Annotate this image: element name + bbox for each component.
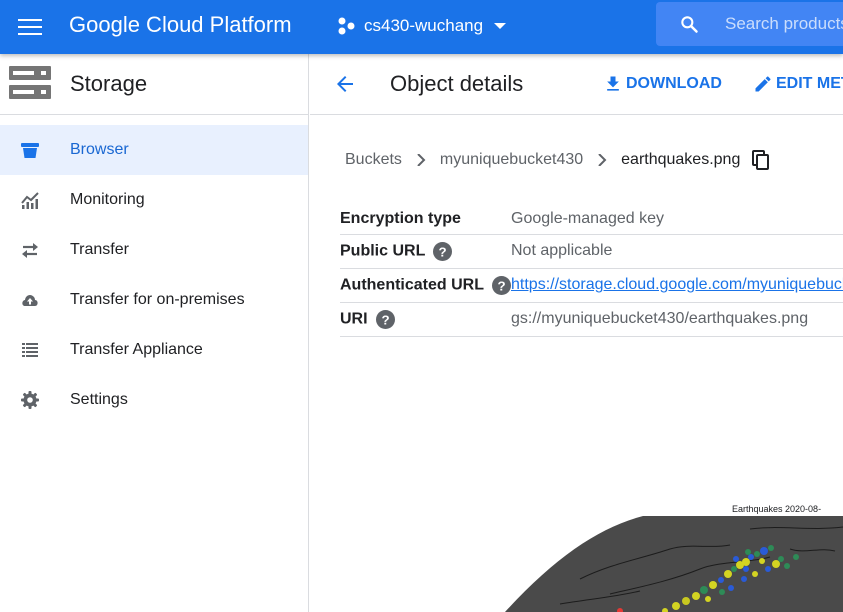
bucket-icon: [21, 143, 39, 158]
sidebar-item-label: Transfer for on-premises: [70, 291, 245, 308]
transfer-arrows-icon: [22, 243, 38, 258]
pencil-icon: [755, 76, 771, 92]
sidebar-item-label: Monitoring: [70, 191, 145, 208]
cloud-upload-icon: [22, 295, 38, 306]
detail-value: Google-managed key: [511, 204, 843, 235]
monitoring-chart-icon: [21, 192, 39, 209]
sidebar-item-label: Browser: [70, 141, 129, 158]
project-dots-icon: [338, 17, 355, 35]
sidebar-title: Storage: [70, 71, 148, 96]
sidebar-item-label: Transfer Appliance: [70, 341, 203, 358]
sidebar-nav: Browser Monitoring Transfer Transfer for…: [0, 115, 308, 425]
object-preview-image: Earthquakes 2020-08-: [505, 504, 843, 612]
help-icon[interactable]: ?: [433, 241, 453, 261]
svg-text:?: ?: [381, 312, 389, 327]
project-selector[interactable]: cs430-wuchang: [336, 14, 507, 38]
detail-value: Not applicable: [511, 234, 843, 269]
main-content: Object details DOWNLOAD EDIT METADATA Bu…: [310, 54, 843, 612]
detail-key: Authenticated URL?: [340, 268, 511, 303]
detail-key-label: Authenticated URL: [340, 276, 484, 294]
detail-key: Encryption type: [340, 204, 511, 235]
page-title: Object details: [390, 71, 524, 96]
detail-key-label: URI: [340, 310, 368, 328]
search-icon: [681, 16, 698, 33]
breadcrumb: Buckets myuniquebucket430 earthquakes.pn…: [345, 150, 770, 170]
edit-metadata-button[interactable]: EDIT METADATA: [753, 74, 843, 94]
search-placeholder: Search products: [725, 14, 843, 33]
sidebar-item-transfer-appliance[interactable]: Transfer Appliance: [0, 325, 308, 375]
hamburger-menu-icon[interactable]: [18, 15, 42, 39]
map-globe: [505, 516, 843, 612]
detail-value: https://storage.cloud.google.com/myuniqu…: [511, 268, 843, 303]
table-row: Public URL? Not applicable: [340, 234, 843, 269]
download-button[interactable]: DOWNLOAD: [603, 74, 722, 94]
detail-value: gs://myuniquebucket430/earthquakes.png: [511, 302, 843, 337]
app-title[interactable]: Google Cloud Platform: [69, 12, 292, 38]
detail-key: Public URL?: [340, 234, 511, 269]
edit-metadata-label: EDIT METADATA: [776, 75, 843, 92]
breadcrumb-bucket[interactable]: myuniquebucket430: [440, 151, 583, 169]
breadcrumb-buckets[interactable]: Buckets: [345, 151, 402, 169]
sidebar-item-label: Settings: [70, 391, 128, 408]
detail-key-label: Public URL: [340, 242, 426, 260]
sidebar-item-transfer[interactable]: Transfer: [0, 225, 308, 275]
help-icon[interactable]: ?: [492, 275, 511, 295]
back-arrow-icon[interactable]: [333, 72, 357, 96]
sidebar-item-transfer-on-premises[interactable]: Transfer for on-premises: [0, 275, 308, 325]
breadcrumb-object: earthquakes.png: [621, 151, 741, 168]
top-app-bar: Google Cloud Platform cs430-wuchang Sear…: [0, 0, 843, 54]
detail-key: URI?: [340, 302, 511, 337]
table-row: Encryption type Google-managed key: [340, 204, 843, 235]
table-row: Authenticated URL? https://storage.cloud…: [340, 268, 843, 303]
sidebar-header: Storage: [0, 54, 308, 115]
search-input[interactable]: Search products: [656, 2, 843, 46]
svg-text:?: ?: [439, 244, 447, 259]
preview-caption: Earthquakes 2020-08-: [732, 504, 821, 514]
sidebar-item-browser[interactable]: Browser: [0, 125, 308, 175]
chevron-right-icon: [598, 154, 607, 166]
sidebar-item-label: Transfer: [70, 241, 129, 258]
gear-icon: [21, 391, 39, 409]
detail-key-label: Encryption type: [340, 209, 461, 227]
download-label: DOWNLOAD: [626, 75, 722, 92]
chevron-down-icon: [494, 23, 507, 29]
help-icon[interactable]: ?: [375, 309, 395, 329]
object-details-table: Encryption type Google-managed key Publi…: [340, 204, 843, 337]
project-name: cs430-wuchang: [364, 16, 484, 35]
authenticated-url-link[interactable]: https://storage.cloud.google.com/myuniqu…: [511, 276, 843, 293]
download-icon: [607, 76, 619, 91]
sidebar-item-settings[interactable]: Settings: [0, 375, 308, 425]
storage-icon: [9, 66, 51, 99]
sidebar: Storage Browser Monitoring Transfer Tran…: [0, 54, 309, 612]
list-icon: [22, 343, 38, 357]
copy-icon[interactable]: [752, 150, 770, 170]
chevron-right-icon: [417, 154, 426, 166]
svg-text:?: ?: [497, 278, 505, 293]
sidebar-item-monitoring[interactable]: Monitoring: [0, 175, 308, 225]
table-row: URI? gs://myuniquebucket430/earthquakes.…: [340, 302, 843, 337]
page-header: Object details DOWNLOAD EDIT METADATA: [310, 54, 843, 115]
